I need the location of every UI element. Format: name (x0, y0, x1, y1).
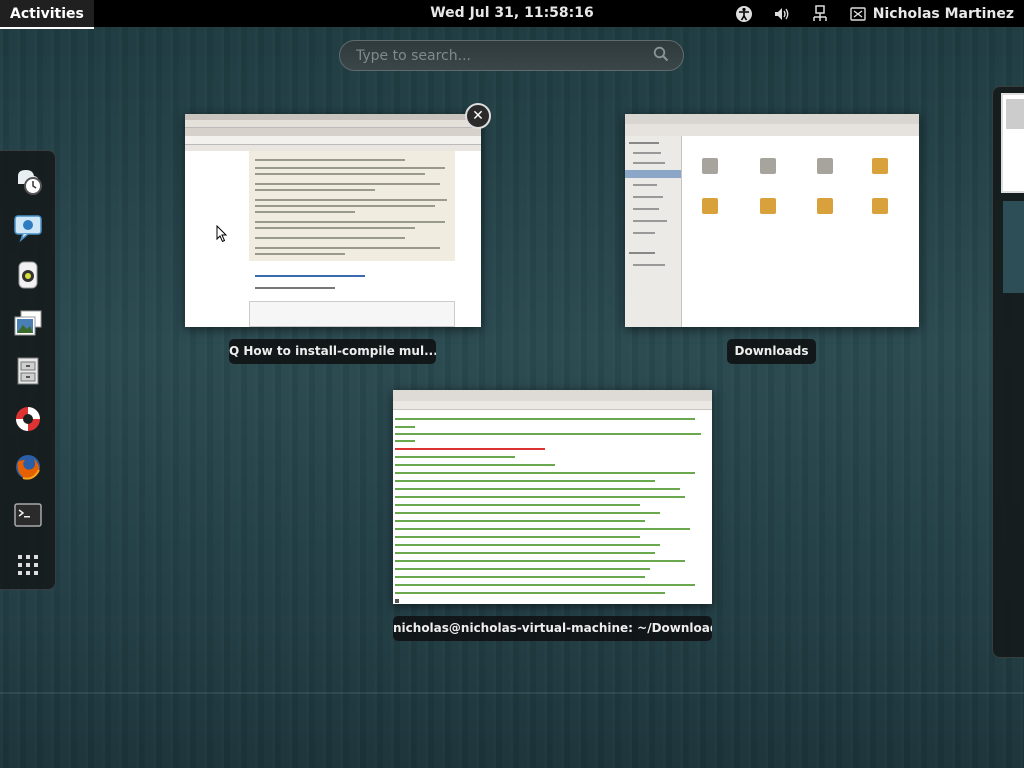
window-caption-downloads[interactable]: Downloads (727, 339, 816, 364)
folder-icon (760, 158, 776, 174)
search-box[interactable] (339, 40, 684, 71)
sidebar-selected-item (625, 170, 681, 178)
window-menubar (185, 120, 481, 128)
window-caption-terminal[interactable]: nicholas@nicholas-virtual-machine: ~/Dow… (393, 616, 712, 641)
show-applications-icon[interactable] (10, 547, 46, 583)
clock-notes-icon[interactable] (10, 163, 46, 199)
terminal-window-thumbnail[interactable] (393, 390, 712, 604)
firefox-window-thumbnail[interactable] (185, 114, 481, 327)
workspace-2-thumbnail[interactable] (1003, 201, 1024, 293)
code-block (249, 301, 455, 327)
activities-button[interactable]: Activities (0, 0, 94, 29)
top-bar: Activities Wed Jul 31, 11:58:16 Nicholas… (0, 0, 1024, 29)
file-cabinet-icon[interactable] (10, 353, 46, 389)
user-status-icon (849, 5, 867, 23)
rhythmbox-icon[interactable] (10, 257, 46, 293)
window-caption-firefox[interactable]: Q How to install-compile mul... (229, 339, 436, 364)
window-titlebar (393, 390, 712, 401)
search-icon (653, 46, 669, 66)
firefox-icon[interactable] (10, 449, 46, 485)
archive-icon (817, 198, 833, 214)
user-name: Nicholas Martinez (872, 5, 1014, 22)
files-window-thumbnail[interactable] (625, 114, 919, 327)
folder-icon (817, 158, 833, 174)
mouse-cursor-icon (216, 225, 228, 243)
search-input[interactable] (354, 46, 653, 65)
workspace-switcher (992, 86, 1024, 658)
user-menu[interactable]: Nicholas Martinez (849, 5, 1014, 23)
question-text (249, 151, 455, 261)
system-tray: Nicholas Martinez (735, 0, 1014, 27)
files-grid (682, 136, 919, 327)
files-sidebar (625, 136, 682, 327)
help-lifebuoy-icon[interactable] (10, 401, 46, 437)
close-window-button[interactable]: ✕ (465, 103, 491, 129)
terminal-icon[interactable] (10, 497, 46, 533)
window-menubar (393, 401, 712, 410)
clock-label[interactable]: Wed Jul 31, 11:58:16 (430, 5, 594, 21)
archive-icon (872, 198, 888, 214)
window-titlebar (625, 114, 919, 124)
archive-icon (872, 158, 888, 174)
folder-icon (702, 158, 718, 174)
overview-bottom-divider (0, 692, 1024, 694)
volume-icon[interactable] (773, 5, 791, 23)
workspace-1-thumbnail[interactable] (1001, 93, 1024, 193)
shotwell-photos-icon[interactable] (10, 305, 46, 341)
archive-icon (702, 198, 718, 214)
archive-icon (760, 198, 776, 214)
dash (0, 150, 56, 590)
empathy-chat-icon[interactable] (10, 209, 46, 245)
page-content (185, 151, 481, 327)
browser-tabs (185, 128, 481, 136)
network-icon[interactable] (811, 4, 829, 23)
accessibility-icon[interactable] (735, 5, 753, 23)
browser-urlbar (185, 136, 481, 145)
